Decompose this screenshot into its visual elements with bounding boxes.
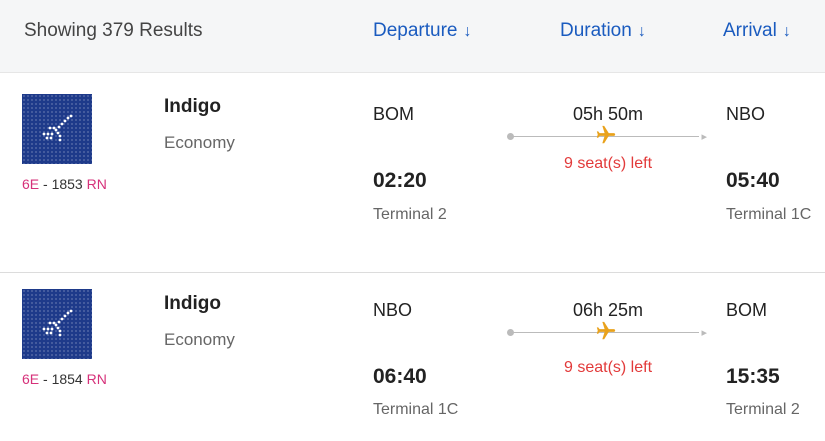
arrow-right-icon: ▸ bbox=[701, 131, 707, 143]
arrow-down-icon: ↓ bbox=[463, 23, 472, 40]
flight-code: 6E - 1853 RN bbox=[22, 176, 107, 192]
departure-city: NBO bbox=[373, 300, 413, 320]
route-line: ▸ bbox=[507, 321, 707, 340]
airline-code: 6E bbox=[22, 176, 40, 192]
airline-name: Indigo bbox=[164, 96, 221, 117]
route-line: ▸ bbox=[507, 125, 707, 144]
cabin-class: Economy bbox=[164, 133, 235, 152]
airplane-icon bbox=[596, 321, 616, 340]
flight-duration: 05h 50m bbox=[572, 104, 644, 124]
arrival-time: 05:40 bbox=[726, 169, 780, 192]
departure-terminal: Terminal 2 bbox=[373, 206, 447, 223]
sort-departure-label: Departure bbox=[373, 20, 458, 41]
departure-city: BOM bbox=[373, 104, 415, 124]
departure-time: 02:20 bbox=[373, 169, 427, 192]
sort-duration-label: Duration bbox=[560, 20, 632, 41]
flight-row[interactable]: 6E - 1853 RN Indigo Economy BOM 02:20 Te… bbox=[0, 73, 825, 273]
airline-name: Indigo bbox=[164, 293, 221, 314]
flight-number: 1854 bbox=[51, 371, 83, 387]
fare-code: RN bbox=[86, 371, 107, 387]
flight-code-separator: - bbox=[39, 371, 52, 387]
sort-departure-button[interactable]: Departure ↓ bbox=[373, 20, 472, 42]
flight-row[interactable]: 6E - 1854 RN Indigo Economy NBO 06:40 Te… bbox=[0, 273, 825, 441]
airline-code: 6E bbox=[22, 371, 40, 387]
arrow-down-icon: ↓ bbox=[782, 23, 791, 40]
flight-duration: 06h 25m bbox=[572, 300, 644, 320]
departure-terminal: Terminal 1C bbox=[373, 401, 459, 418]
arrival-terminal: Terminal 2 bbox=[726, 401, 800, 418]
arrow-right-icon: ▸ bbox=[701, 327, 707, 339]
arrival-city: NBO bbox=[726, 104, 766, 124]
flight-code: 6E - 1854 RN bbox=[22, 371, 107, 387]
results-header: Showing 379 Results Departure ↓ Duration ↓… bbox=[0, 0, 825, 73]
indigo-logo-icon bbox=[22, 289, 92, 359]
indigo-logo-icon bbox=[22, 94, 92, 164]
airplane-icon bbox=[596, 125, 616, 144]
cabin-class: Economy bbox=[164, 330, 235, 349]
results-count: Showing 379 Results bbox=[24, 20, 203, 41]
arrival-time: 15:35 bbox=[726, 365, 780, 388]
sort-arrival-label: Arrival bbox=[723, 20, 777, 41]
departure-time: 06:40 bbox=[373, 365, 427, 388]
arrow-down-icon: ↓ bbox=[637, 23, 646, 40]
fare-code: RN bbox=[86, 176, 107, 192]
flight-code-separator: - bbox=[39, 176, 52, 192]
sort-duration-button[interactable]: Duration ↓ bbox=[560, 20, 646, 42]
seats-left: 9 seat(s) left bbox=[563, 155, 653, 172]
flight-number: 1853 bbox=[51, 176, 83, 192]
arrival-terminal: Terminal 1C bbox=[726, 206, 812, 223]
arrival-city: BOM bbox=[726, 300, 768, 320]
seats-left: 9 seat(s) left bbox=[563, 359, 653, 376]
sort-arrival-button[interactable]: Arrival ↓ bbox=[723, 20, 791, 42]
